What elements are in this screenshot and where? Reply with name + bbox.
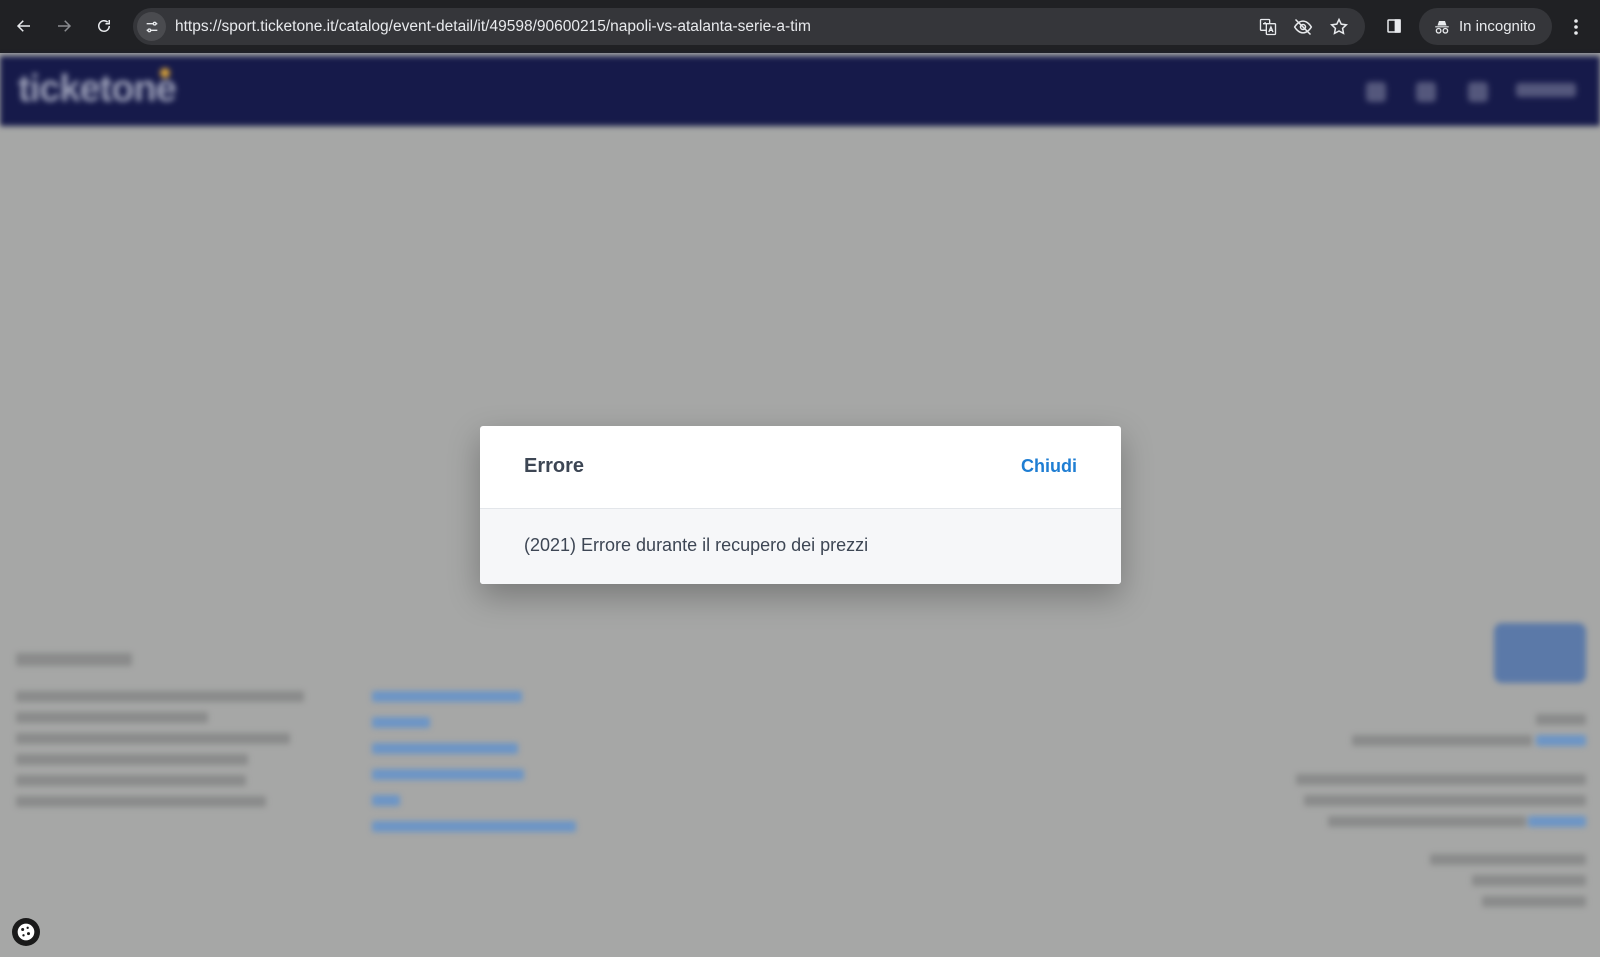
footer-link: [1528, 816, 1586, 827]
logo-star-icon: [160, 68, 170, 78]
dialog-header: Errore Chiudi: [480, 426, 1121, 509]
bookmark-star-icon[interactable]: [1328, 16, 1350, 38]
footer-line: [1536, 714, 1586, 725]
footer-line: [1430, 854, 1586, 865]
incognito-icon: [1435, 20, 1449, 34]
cookie-settings-button[interactable]: [12, 918, 40, 946]
eye-off-icon[interactable]: [1292, 16, 1314, 38]
cookie-icon: [17, 923, 35, 941]
reload-button[interactable]: [89, 11, 119, 41]
cart-icon: [1468, 82, 1488, 102]
footer-badge: [1494, 623, 1586, 683]
browser-toolbar: https://sport.ticketone.it/catalog/event…: [0, 0, 1600, 53]
footer-line: [1482, 896, 1586, 907]
footer-link: [1536, 735, 1586, 746]
forward-arrow-icon: [58, 20, 72, 32]
footer-line: [1304, 795, 1586, 806]
error-message: (2021) Errore durante il recupero dei pr…: [524, 535, 869, 555]
footer-line: [16, 775, 246, 786]
site-header: ticketone: [0, 56, 1600, 126]
back-button[interactable]: [9, 11, 39, 41]
more-vert-icon: [1574, 19, 1578, 35]
side-panel-icon: [1387, 19, 1401, 33]
footer-line: [16, 733, 290, 744]
footer-line: [1352, 735, 1532, 746]
back-arrow-icon: [16, 20, 30, 32]
url-text[interactable]: https://sport.ticketone.it/catalog/event…: [175, 8, 811, 45]
translate-icon[interactable]: [1257, 16, 1279, 38]
language-icon: [1366, 82, 1386, 102]
reload-icon: [98, 20, 110, 32]
footer-line: [1328, 816, 1526, 827]
footer-line: [16, 754, 248, 765]
footer-link: [372, 769, 524, 780]
forward-button[interactable]: [49, 11, 79, 41]
side-panel-button[interactable]: [1379, 11, 1409, 41]
site-logo: ticketone: [18, 68, 177, 110]
incognito-indicator[interactable]: In incognito: [1419, 8, 1552, 45]
browser-menu-button[interactable]: [1566, 12, 1586, 42]
footer-line: [16, 691, 304, 702]
footer-line: [1472, 875, 1586, 886]
footer-link: [372, 717, 430, 728]
footer-link: [372, 691, 522, 702]
footer-line: [16, 796, 266, 807]
footer-link: [372, 821, 576, 832]
dialog-body: (2021) Errore durante il recupero dei pr…: [480, 509, 1121, 584]
footer-company: [16, 653, 132, 666]
close-button[interactable]: Chiudi: [1021, 456, 1077, 477]
incognito-label: In incognito: [1459, 18, 1536, 35]
footer-link: [372, 795, 400, 806]
mail-icon: [1416, 82, 1436, 102]
footer-line: [1296, 774, 1586, 785]
address-bar[interactable]: https://sport.ticketone.it/catalog/event…: [133, 8, 1365, 45]
dialog-title: Errore: [524, 455, 585, 477]
error-dialog: Errore Chiudi (2021) Errore durante il r…: [480, 426, 1121, 584]
site-info-button[interactable]: [137, 12, 166, 41]
footer-link: [372, 743, 518, 754]
footer-line: [16, 712, 208, 723]
login-link: [1516, 83, 1576, 97]
tune-icon: [146, 21, 157, 32]
